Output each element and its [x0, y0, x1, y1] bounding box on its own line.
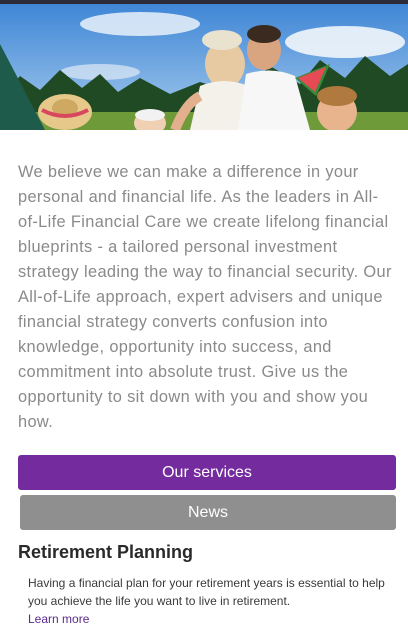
news-button[interactable]: News: [20, 495, 396, 530]
retirement-planning-description: Having a financial plan for your retirem…: [28, 576, 385, 608]
learn-more-link[interactable]: Learn more: [28, 612, 89, 626]
intro-paragraph: We believe we can make a difference in y…: [18, 163, 392, 431]
retirement-planning-heading: Retirement Planning: [18, 542, 194, 562]
hero-photo: [0, 4, 408, 130]
hero-image: [0, 4, 408, 130]
our-services-button[interactable]: Our services: [18, 455, 396, 490]
